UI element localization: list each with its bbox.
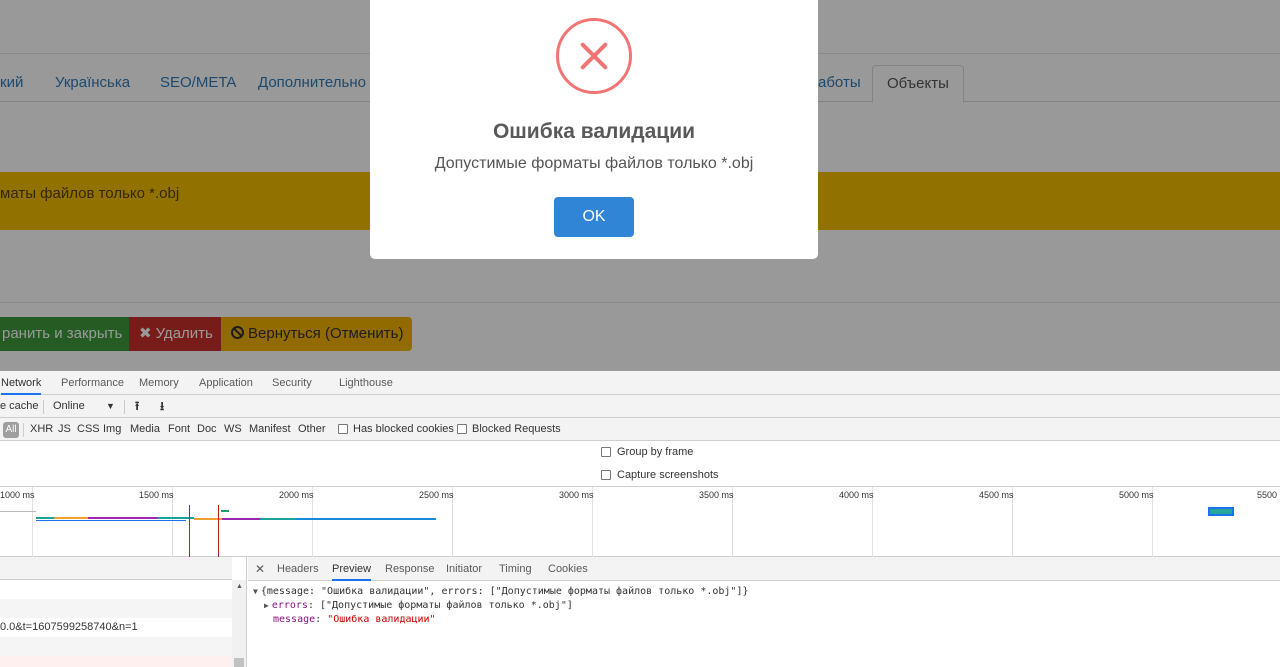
tab-timing[interactable]: Timing (499, 557, 532, 581)
timeline-tick: 2000 ms (279, 490, 314, 500)
timeline-tick: 1500 ms (139, 490, 174, 500)
filter-xhr[interactable]: XHR (30, 418, 53, 441)
waterfall-bar (36, 517, 54, 519)
blocked-requests-checkbox[interactable] (457, 424, 467, 434)
timeline-tick: 5000 ms (1119, 490, 1154, 500)
waterfall-bar (260, 518, 296, 520)
message-value: "Ошибка валидации" (327, 614, 436, 625)
has-blocked-cookies-label: Has blocked cookies (353, 423, 454, 435)
filter-manifest[interactable]: Manifest (249, 418, 291, 441)
tab-security[interactable]: Security (272, 371, 312, 395)
network-toolbar: e cache Online ▼ ⭱ ⭳ (0, 395, 1280, 418)
ok-button[interactable]: OK (554, 197, 634, 237)
throttling-select[interactable]: Online (53, 395, 85, 418)
errors-key: errors (271, 600, 308, 611)
table-row[interactable]: 0.0&t=1607599258740&n=1 (0, 618, 232, 637)
scroll-up-icon[interactable]: ▲ (236, 583, 243, 590)
errors-value: ["Допустимые форматы файлов только *.obj… (320, 600, 573, 611)
group-by-frame-label: Group by frame (617, 446, 694, 458)
request-list-header (0, 557, 232, 580)
table-row[interactable] (0, 656, 232, 667)
scrollbar-thumb[interactable] (234, 658, 244, 667)
toolbar-separator (124, 400, 125, 414)
tab-preview[interactable]: Preview (332, 557, 372, 581)
preview-message-line: message: "Ошибка валидации" (273, 614, 436, 625)
table-row[interactable] (0, 580, 232, 599)
capture-screenshots-checkbox[interactable] (601, 470, 611, 480)
group-by-frame-checkbox[interactable] (601, 447, 611, 457)
tab-application[interactable]: Application (199, 371, 253, 395)
filter-img[interactable]: Img (103, 418, 121, 441)
download-icon[interactable]: ⭳ (160, 395, 164, 418)
upload-icon[interactable]: ⭱ (135, 395, 139, 418)
network-timeline[interactable]: 1000 ms 1500 ms 2000 ms 2500 ms 3000 ms … (0, 487, 1280, 557)
waterfall-bar (222, 518, 260, 520)
filter-media[interactable]: Media (130, 418, 160, 441)
preview-root-line[interactable]: ▼ {message: "Ошибка валидации", errors: [… (253, 585, 749, 599)
timeline-tick: 2500 ms (419, 490, 454, 500)
waterfall-bar (221, 510, 229, 512)
error-modal: Ошибка валидации Допустимые форматы файл… (370, 0, 818, 259)
request-url: 0.0&t=1607599258740&n=1 (0, 621, 138, 633)
table-row[interactable] (0, 599, 232, 618)
request-list-scrollbar[interactable]: ▲ (232, 580, 246, 667)
error-x-icon (556, 18, 632, 94)
timeline-tick: 4500 ms (979, 490, 1014, 500)
filter-all[interactable]: All (3, 422, 19, 438)
waterfall-bar (36, 520, 186, 521)
timeline-tick: 3000 ms (559, 490, 594, 500)
devtools-tabs: Network Performance Memory Application S… (0, 371, 1280, 395)
devtools-panel: Network Performance Memory Application S… (0, 371, 1280, 667)
filter-font[interactable]: Font (168, 418, 190, 441)
waterfall-bar (296, 518, 436, 520)
request-list: 0.0&t=1607599258740&n=1 ▲ (0, 557, 247, 667)
close-icon[interactable]: ✕ (255, 557, 265, 581)
tab-memory[interactable]: Memory (139, 371, 179, 395)
disable-cache-label[interactable]: e cache (0, 395, 39, 418)
tab-response[interactable]: Response (385, 557, 435, 581)
filter-ws[interactable]: WS (224, 418, 242, 441)
tab-headers[interactable]: Headers (277, 557, 319, 581)
timeline-tick: 1000 ms (0, 490, 35, 500)
waterfall-bar (1210, 509, 1232, 514)
message-key: message (273, 614, 316, 625)
tab-network[interactable]: Network (1, 371, 42, 395)
modal-message: Допустимые форматы файлов только *.obj (434, 155, 754, 172)
chevron-down-icon[interactable]: ▼ (106, 395, 115, 418)
caret-right-icon: ▶ (264, 601, 269, 610)
toolbar-separator (43, 400, 44, 414)
request-detail-tabs: ✕ Headers Preview Response Initiator Tim… (248, 557, 1280, 581)
blocked-requests-label: Blocked Requests (472, 423, 561, 435)
tab-cookies[interactable]: Cookies (548, 557, 588, 581)
filter-bar: All XHR JS CSS Img Media Font Doc WS Man… (0, 418, 1280, 441)
load-marker (218, 505, 219, 557)
timeline-tick: 4000 ms (839, 490, 874, 500)
waterfall-bar (0, 511, 36, 512)
filter-js[interactable]: JS (58, 418, 71, 441)
has-blocked-cookies-checkbox[interactable] (338, 424, 348, 434)
modal-title: Ошибка валидации (492, 120, 696, 143)
tab-performance[interactable]: Performance (61, 371, 124, 395)
network-details: 0.0&t=1607599258740&n=1 ▲ ✕ Headers Prev… (0, 557, 1280, 667)
waterfall-bar (88, 517, 158, 519)
table-row[interactable] (0, 637, 232, 656)
tab-lighthouse[interactable]: Lighthouse (339, 371, 393, 395)
filter-doc[interactable]: Doc (197, 418, 217, 441)
preview-json: {message: "Ошибка валидации", errors: ["… (260, 586, 749, 597)
filter-other[interactable]: Other (298, 418, 326, 441)
timeline-tick: 5500 m (1257, 490, 1280, 500)
filter-css[interactable]: CSS (77, 418, 100, 441)
tab-initiator[interactable]: Initiator (446, 557, 482, 581)
preview-errors-line[interactable]: ▶ errors: ["Допустимые форматы файлов тол… (264, 599, 573, 613)
timeline-tick: 3500 ms (699, 490, 734, 500)
caret-down-icon: ▼ (253, 587, 258, 596)
dom-content-loaded-marker (189, 505, 190, 557)
network-options: Group by frame Capture screenshots (0, 441, 1280, 487)
capture-screenshots-label: Capture screenshots (617, 469, 719, 481)
waterfall-bar (54, 517, 88, 519)
toolbar-separator (23, 423, 24, 437)
